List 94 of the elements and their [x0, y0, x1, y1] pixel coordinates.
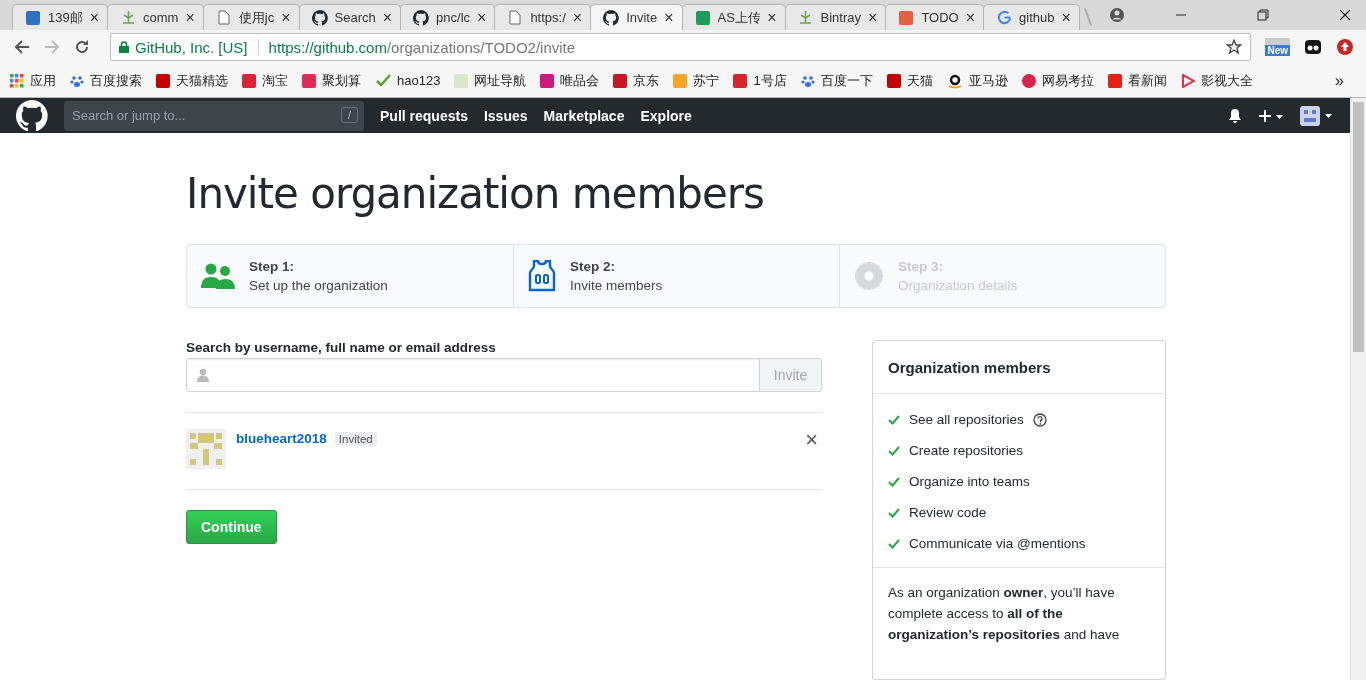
panel-title: Organization members	[873, 341, 1165, 394]
browser-tab[interactable]: 使用jc ×	[202, 4, 300, 30]
bookmark[interactable]: 淘宝	[242, 71, 288, 90]
invited-label: Invited	[334, 432, 377, 446]
step-label: Step 1:	[249, 259, 295, 274]
restore-icon[interactable]	[1256, 9, 1269, 21]
check-icon	[888, 507, 900, 518]
site-identity: GitHub, Inc. [US]	[135, 38, 248, 56]
bell-icon[interactable]	[1228, 107, 1242, 124]
close-icon[interactable]	[1338, 9, 1351, 21]
bookmark[interactable]: 百度一下	[800, 71, 873, 90]
github-icon	[413, 9, 430, 26]
step-description: Set up the organization	[249, 278, 388, 293]
lock-icon	[119, 41, 129, 53]
github-icon	[311, 9, 328, 26]
gear-icon	[854, 261, 884, 291]
anchor-icon	[798, 10, 814, 25]
person-icon	[197, 368, 209, 382]
page-title: Invite organization members	[186, 169, 765, 218]
bookmark[interactable]: 聚划算	[302, 71, 361, 90]
remove-button[interactable]: ×	[801, 429, 822, 451]
browser-tab[interactable]: Search ×	[298, 4, 402, 30]
owner-note: As an organization owner, you’ll have complete access to all of the organization’s repositories and have	[887, 584, 1121, 644]
nav-link[interactable]: Marketplace	[543, 107, 625, 124]
step-label: Step 2:	[570, 259, 616, 274]
browser-tab[interactable]: Invite ×	[590, 4, 683, 30]
bookmark[interactable]: 亚马逊	[946, 71, 1008, 90]
username-link[interactable]: blueheart2018	[236, 431, 327, 446]
nav-link[interactable]: Pull requests	[380, 107, 468, 124]
step-description: Invite members	[570, 278, 663, 293]
page-icon	[509, 10, 522, 25]
scrollbar-thumb[interactable]	[1353, 102, 1364, 352]
check-icon	[888, 414, 900, 425]
bookmark[interactable]: 影视大全	[1180, 71, 1253, 90]
jersey-icon	[528, 260, 556, 292]
permission-text: Organize into teams	[909, 474, 1030, 489]
more-bookmarks-button[interactable]: »	[1335, 71, 1344, 90]
bookmark[interactable]: hao123	[375, 73, 441, 88]
browser-tab[interactable]: Bintray ×	[784, 4, 887, 30]
bookmark[interactable]: 网易考拉	[1021, 71, 1094, 90]
browser-tab[interactable]: 139邮 ×	[12, 4, 109, 30]
back-icon[interactable]	[14, 39, 30, 55]
bookmark[interactable]: 看新闻	[1107, 71, 1167, 90]
permission-text: See all repositories	[909, 412, 1024, 427]
permission-text: Review code	[909, 505, 987, 520]
bookmark[interactable]: 唯品会	[540, 71, 600, 90]
browser-tab[interactable]: pnc/lc ×	[400, 4, 496, 30]
permission-text: Create repositories	[909, 443, 1024, 458]
google-icon	[996, 10, 1012, 25]
permission-text: Communicate via @mentions	[909, 536, 1086, 551]
check-icon	[888, 538, 900, 549]
nav-link[interactable]: Explore	[640, 107, 692, 124]
extension-badge[interactable]: New	[1265, 38, 1290, 56]
browser-tab[interactable]: AS上传 ×	[681, 4, 786, 30]
upload-icon[interactable]	[1336, 38, 1354, 56]
nav-link[interactable]: Issues	[483, 107, 528, 124]
browser-tab[interactable]: github ×	[983, 4, 1080, 30]
bookmark[interactable]: 京东	[613, 71, 660, 90]
bookmark[interactable]: 1号店	[733, 71, 787, 90]
bookmark[interactable]: 网址导航	[454, 71, 527, 90]
browser-tab[interactable]: comm ×	[107, 4, 204, 30]
field-label: Search by username, full name or email address	[186, 340, 497, 355]
check-icon	[888, 476, 900, 487]
avatar-dropdown-icon[interactable]	[1300, 105, 1334, 126]
bookmark[interactable]: 百度搜索	[70, 71, 142, 90]
play-icon	[1180, 73, 1195, 88]
profile-icon[interactable]	[1108, 7, 1125, 23]
check-icon	[375, 73, 391, 88]
github-icon	[603, 9, 620, 26]
check-icon	[888, 445, 900, 456]
bookmark[interactable]: 应用	[10, 71, 56, 90]
people-icon	[201, 262, 235, 290]
github-logo-icon[interactable]	[16, 99, 48, 132]
plus-dropdown-icon[interactable]	[1258, 108, 1284, 123]
bookmark[interactable]: 天猫	[886, 71, 933, 90]
paw-icon	[70, 73, 84, 88]
identicon-avatar	[186, 429, 226, 469]
reload-icon[interactable]	[74, 39, 90, 55]
apps-grid-icon	[10, 73, 24, 88]
username-search-field[interactable]	[186, 358, 760, 392]
keyboard-shortcut-hint: /	[340, 106, 358, 123]
page-icon	[217, 10, 230, 25]
browser-tab[interactable]: TODO ×	[885, 4, 985, 30]
url-text: https://github.com/organizations/TODO2/invite	[268, 38, 576, 56]
bookmark[interactable]: 苏宁	[673, 71, 720, 90]
bookmark[interactable]: 天猫精选	[156, 71, 228, 90]
address-bar[interactable]: GitHub, Inc. [US] https://github.com/organizations/TODO2/invite	[110, 33, 1252, 61]
help-icon[interactable]	[1032, 412, 1047, 427]
extension-icon[interactable]	[1304, 38, 1322, 56]
paw-icon	[800, 73, 815, 88]
star-icon[interactable]	[1226, 39, 1243, 55]
amazon-smile-icon	[946, 72, 963, 89]
anchor-icon	[120, 10, 136, 25]
browser-tab[interactable]: https:/ ×	[494, 4, 592, 30]
